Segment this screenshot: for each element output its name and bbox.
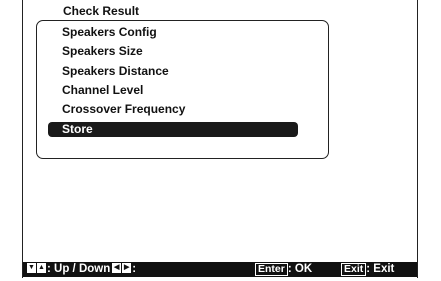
- enter-label: : OK: [287, 263, 313, 275]
- menu-item-speakers-size[interactable]: Speakers Size: [52, 44, 292, 59]
- menu-item-speakers-distance[interactable]: Speakers Distance: [52, 64, 292, 79]
- arrow-left-icon: ◀: [112, 263, 122, 273]
- enter-key: Enter: [255, 263, 288, 276]
- exit-key: Exit: [341, 263, 367, 276]
- arrow-down-icon: ▼: [27, 263, 36, 273]
- updown-hint: ▼ ▲: Up / Down ◀ ▶:: [27, 263, 136, 276]
- leftright-label: :: [132, 263, 137, 275]
- arrow-right-icon: ▶: [122, 263, 132, 273]
- setup-screen: Check Result Speakers Config Speakers Si…: [22, 0, 418, 278]
- menu-item-speakers-config[interactable]: Speakers Config: [52, 25, 292, 40]
- menu-item-crossover-frequency[interactable]: Crossover Frequency: [52, 102, 292, 117]
- status-bar: ▼ ▲: Up / Down ◀ ▶: Enter: OK Exit: Exit: [23, 262, 417, 277]
- menu-item-check-result[interactable]: Check Result: [63, 4, 139, 18]
- exit-label: : Exit: [366, 263, 395, 275]
- enter-hint: Enter: OK: [255, 263, 312, 276]
- updown-label: : Up / Down: [47, 263, 111, 275]
- arrow-up-icon: ▲: [37, 263, 46, 273]
- menu-item-channel-level[interactable]: Channel Level: [52, 83, 292, 98]
- exit-hint: Exit: Exit: [341, 263, 394, 276]
- menu-item-store[interactable]: Store: [48, 122, 298, 137]
